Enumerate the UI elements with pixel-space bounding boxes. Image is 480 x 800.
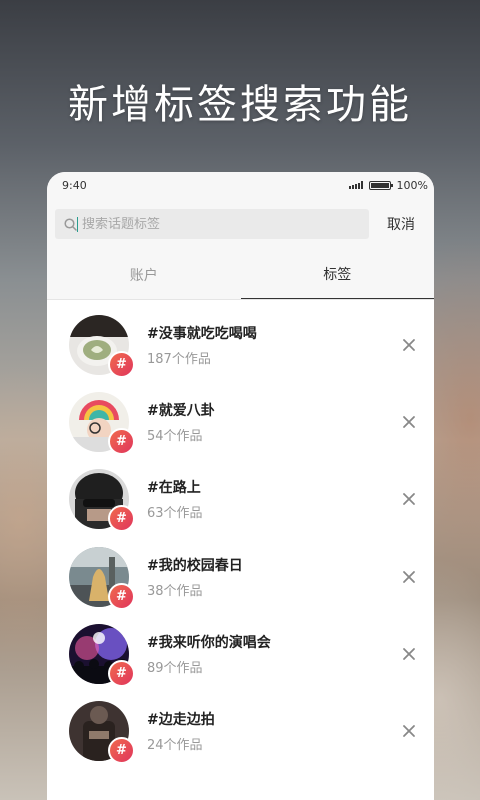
search-row: 取消 (47, 198, 434, 250)
hashtag-icon: # (108, 582, 135, 610)
tag-results-list: # #没事就吃吃喝喝 187个作品 # #就爱八卦 54个作品 # #在路上 6… (47, 300, 434, 770)
signal-icon (348, 181, 363, 189)
list-item[interactable]: # #就爱八卦 54个作品 (47, 383, 434, 460)
tag-title: #边走边拍 (147, 712, 215, 729)
tag-info: #我来听你的演唱会 89个作品 (147, 632, 271, 676)
tag-count: 24个作品 (147, 738, 203, 754)
close-icon[interactable] (402, 647, 416, 661)
tag-info: #边走边拍 24个作品 (147, 709, 215, 753)
tab-accounts[interactable]: 账户 (47, 250, 241, 300)
tag-avatar: # (69, 701, 135, 765)
list-item[interactable]: # #没事就吃吃喝喝 187个作品 (47, 306, 434, 383)
close-icon[interactable] (402, 415, 416, 429)
close-icon[interactable] (402, 338, 416, 352)
battery-icon (368, 180, 393, 190)
tag-title: #我的校园春日 (147, 557, 243, 574)
hashtag-icon: # (108, 350, 135, 378)
list-item[interactable]: # #我来听你的演唱会 89个作品 (47, 615, 434, 692)
status-indicators: 100% (348, 178, 428, 192)
tag-title: #就爱八卦 (147, 402, 215, 419)
tag-avatar: # (69, 391, 135, 455)
list-item[interactable]: # #在路上 63个作品 (47, 461, 434, 538)
tag-title: #我来听你的演唱会 (147, 634, 271, 651)
status-time: 9:40 (62, 178, 87, 192)
close-icon[interactable] (402, 570, 416, 584)
tag-info: #我的校园春日 38个作品 (147, 555, 243, 599)
headline: 新增标签搜索功能 (68, 82, 412, 128)
tag-count: 54个作品 (147, 428, 203, 444)
tag-info: #没事就吃吃喝喝 187个作品 (147, 323, 257, 367)
tag-count: 63个作品 (147, 506, 203, 522)
search-icon (64, 217, 77, 231)
tag-avatar: # (69, 623, 135, 687)
tag-avatar: # (69, 314, 135, 378)
search-box[interactable] (55, 209, 369, 239)
search-input[interactable] (82, 216, 352, 232)
tag-avatar: # (69, 469, 135, 533)
tag-count: 187个作品 (147, 351, 211, 367)
hashtag-icon: # (108, 737, 135, 765)
tag-count: 89个作品 (147, 660, 203, 676)
tag-title: #在路上 (147, 480, 201, 497)
tag-info: #在路上 63个作品 (147, 477, 203, 521)
hashtag-icon: # (108, 659, 135, 687)
tag-title: #没事就吃吃喝喝 (147, 325, 257, 342)
status-bar: 9:40 100% (47, 172, 434, 198)
close-icon[interactable] (402, 724, 416, 738)
tab-tags[interactable]: 标签 (240, 250, 434, 300)
close-icon[interactable] (402, 492, 416, 506)
tab-divider (47, 299, 434, 300)
phone-screen: 9:40 100% 取消 账户 标签 (47, 172, 434, 800)
tag-count: 38个作品 (147, 583, 203, 599)
hashtag-icon: # (108, 505, 135, 533)
hashtag-icon: # (108, 427, 135, 455)
battery-level: 100% (396, 178, 428, 192)
tag-avatar: # (69, 546, 135, 610)
list-item[interactable]: # #边走边拍 24个作品 (47, 692, 434, 769)
cancel-button[interactable]: 取消 (387, 214, 415, 234)
text-caret (77, 216, 78, 232)
list-item[interactable]: # #我的校园春日 38个作品 (47, 538, 434, 615)
tag-info: #就爱八卦 54个作品 (147, 400, 215, 444)
tab-bar: 账户 标签 (47, 250, 434, 300)
